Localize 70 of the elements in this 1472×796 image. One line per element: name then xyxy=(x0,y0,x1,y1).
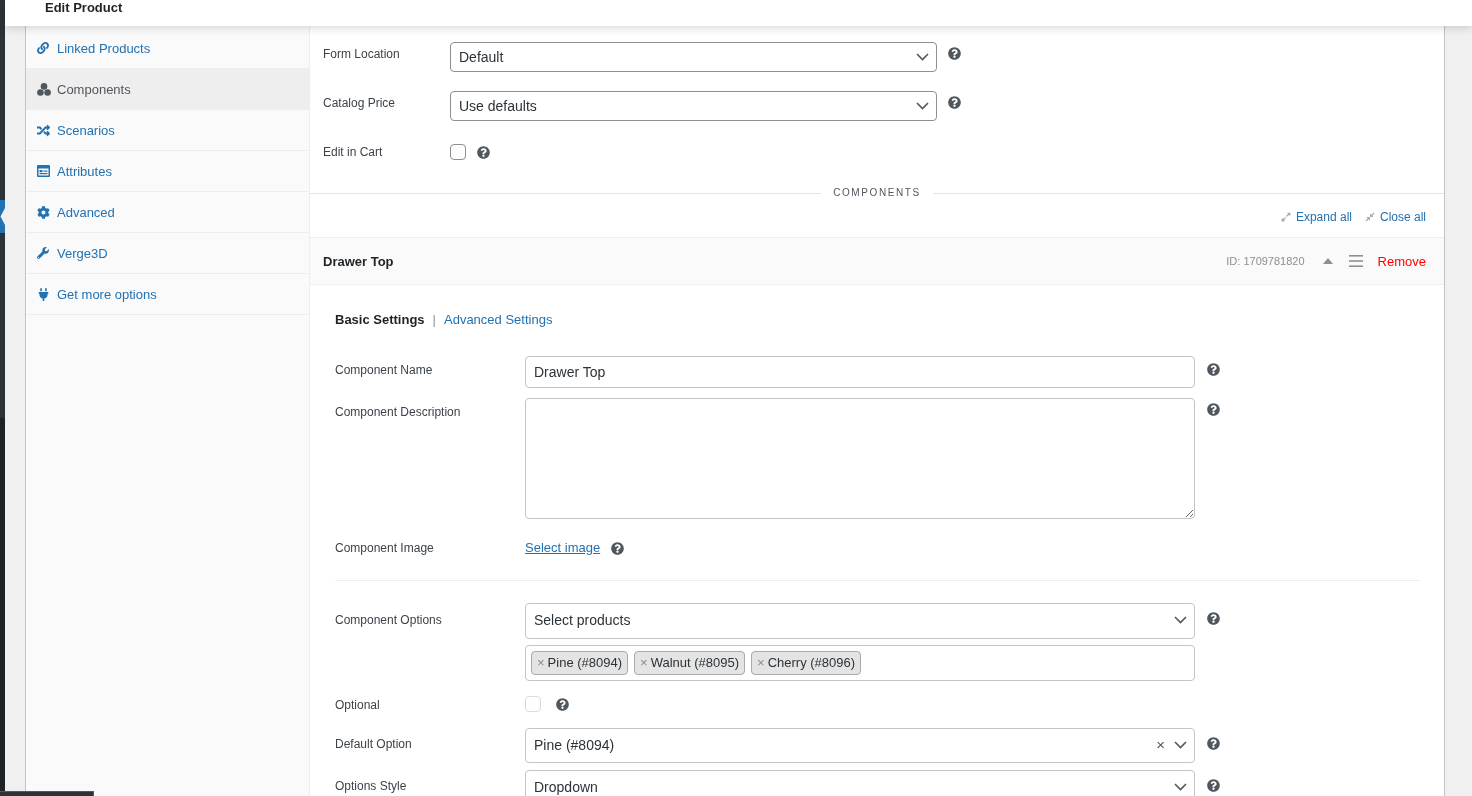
sidebar-tab[interactable]: Attributes xyxy=(26,151,309,192)
plug-icon xyxy=(37,287,50,301)
help-icon xyxy=(1207,612,1220,625)
dropdown[interactable]: Use defaults xyxy=(450,91,937,121)
remove-tag-button[interactable]: × xyxy=(537,655,548,671)
remove-link[interactable]: Remove xyxy=(1377,253,1426,269)
gear-icon xyxy=(37,205,50,219)
sidebar-tab[interactable]: Get more options xyxy=(26,274,309,315)
close-all-link[interactable]: Close all xyxy=(1364,209,1426,224)
sidebar-tab[interactable]: Verge3D xyxy=(26,233,309,274)
dropdown[interactable]: Default xyxy=(450,42,937,72)
chevron-down-icon xyxy=(1174,616,1187,624)
chevron-down-icon xyxy=(1174,783,1187,791)
expand-icon xyxy=(1280,211,1291,222)
tab-separator: | xyxy=(432,311,436,327)
link-icon xyxy=(37,42,49,54)
chevron-down-icon xyxy=(916,53,929,61)
help-icon xyxy=(1207,363,1220,376)
settings-tab[interactable]: Advanced Settings xyxy=(444,311,553,327)
textarea-field[interactable] xyxy=(525,398,1195,519)
field-label: Catalog Price xyxy=(323,96,396,110)
sidebar-tab[interactable]: Components xyxy=(26,69,309,110)
tag-label: Walnut (#8095) xyxy=(650,655,740,671)
page-title: Edit Product xyxy=(45,0,123,15)
menu-icon[interactable] xyxy=(1348,255,1363,267)
chevron-down-icon xyxy=(916,102,929,110)
sidebar-tab[interactable]: Scenarios xyxy=(26,110,309,151)
tag-label: Cherry (#8096) xyxy=(767,655,856,671)
component-title: Drawer Top xyxy=(323,253,394,269)
section-title: COMPONENTS xyxy=(833,186,921,200)
card-icon xyxy=(37,165,50,177)
field-label: Optional xyxy=(335,698,380,712)
select-image-link[interactable]: Select image xyxy=(525,538,601,558)
help-icon xyxy=(1207,403,1220,416)
help-icon xyxy=(1207,779,1220,792)
help-icon xyxy=(948,47,961,60)
tag-label: Pine (#8094) xyxy=(547,655,623,671)
field-label: Options Style xyxy=(335,779,407,793)
shuffle-icon xyxy=(37,123,50,137)
field-label: Component Image xyxy=(335,541,434,555)
field-label: Component Options xyxy=(335,613,442,627)
checkbox[interactable] xyxy=(450,144,466,160)
field-label: Component Name xyxy=(335,363,433,377)
help-icon xyxy=(477,146,490,159)
help-icon xyxy=(1207,737,1220,750)
field-label: Edit in Cart xyxy=(323,145,383,159)
component-header[interactable]: Drawer Top ID: 1709781820 Remove xyxy=(310,238,1444,285)
dropdown[interactable]: Dropdown xyxy=(525,770,1195,796)
field-label: Component Description xyxy=(335,405,461,419)
text-field[interactable]: Drawer Top xyxy=(525,356,1195,388)
triangle-icon[interactable] xyxy=(1322,258,1333,264)
expand-all-link[interactable]: Expand all xyxy=(1280,209,1352,224)
sidebar-tab[interactable]: Advanced xyxy=(26,192,309,233)
selected-products-field[interactable]: × Pine (#8094) × Walnut (#8095) × Cherry (#8096) xyxy=(525,645,1195,681)
help-icon xyxy=(948,96,961,109)
compress-icon xyxy=(1364,211,1375,222)
dropdown[interactable]: Pine (#8094) × xyxy=(525,728,1195,763)
settings-tab[interactable]: Basic Settings xyxy=(335,311,425,327)
remove-tag-button[interactable]: × xyxy=(640,655,651,671)
wrench-icon xyxy=(37,247,49,259)
remove-tag-button[interactable]: × xyxy=(757,655,768,671)
clear-button[interactable]: × xyxy=(1156,737,1165,753)
field-label: Form Location xyxy=(323,47,400,61)
dropdown[interactable]: Select products xyxy=(525,603,1195,639)
component-id: ID: 1709781820 xyxy=(1226,255,1305,267)
field-label: Default Option xyxy=(335,737,412,751)
three-circles-icon xyxy=(37,82,51,96)
chevron-down-icon xyxy=(1174,741,1187,749)
help-icon xyxy=(611,542,625,555)
help-icon xyxy=(556,698,569,711)
